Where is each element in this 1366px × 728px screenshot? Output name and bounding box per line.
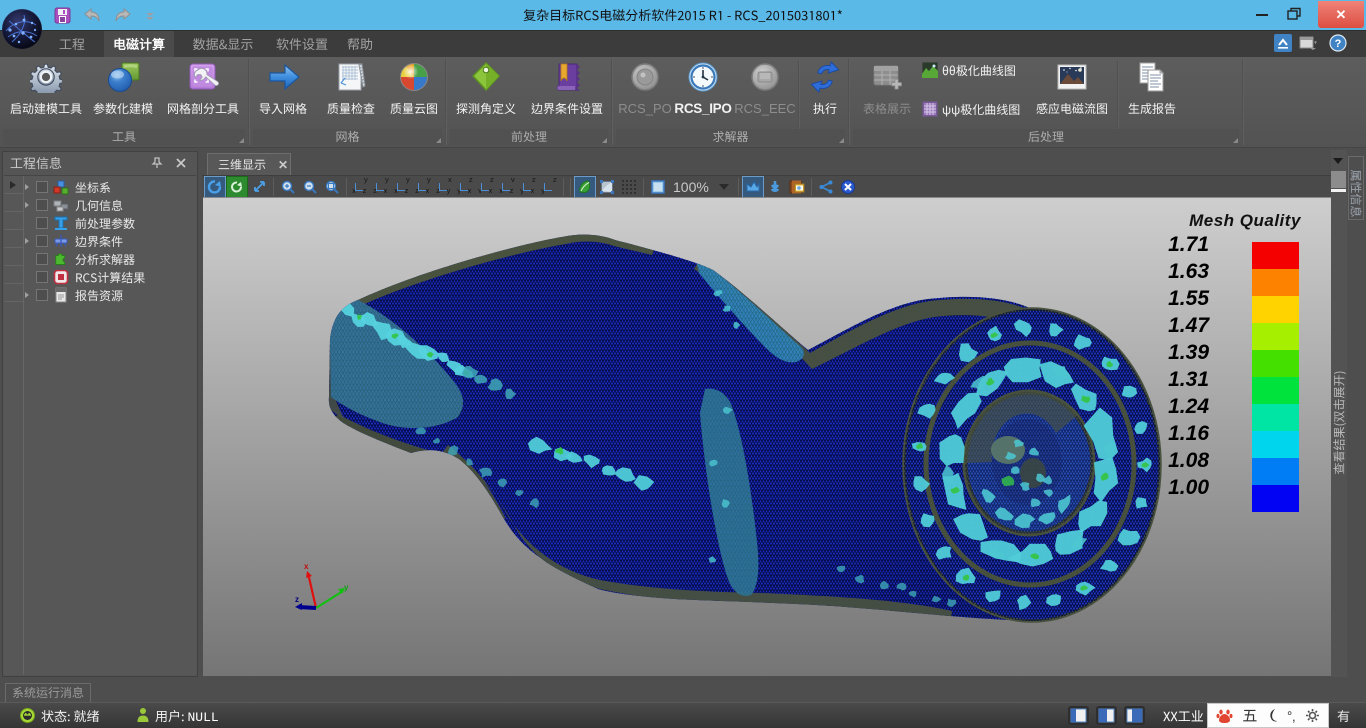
svg-text:z: z <box>295 594 299 604</box>
svg-text:?: ? <box>1335 38 1342 50</box>
svg-text:y: y <box>344 582 349 592</box>
svg-text:x: x <box>304 561 309 571</box>
